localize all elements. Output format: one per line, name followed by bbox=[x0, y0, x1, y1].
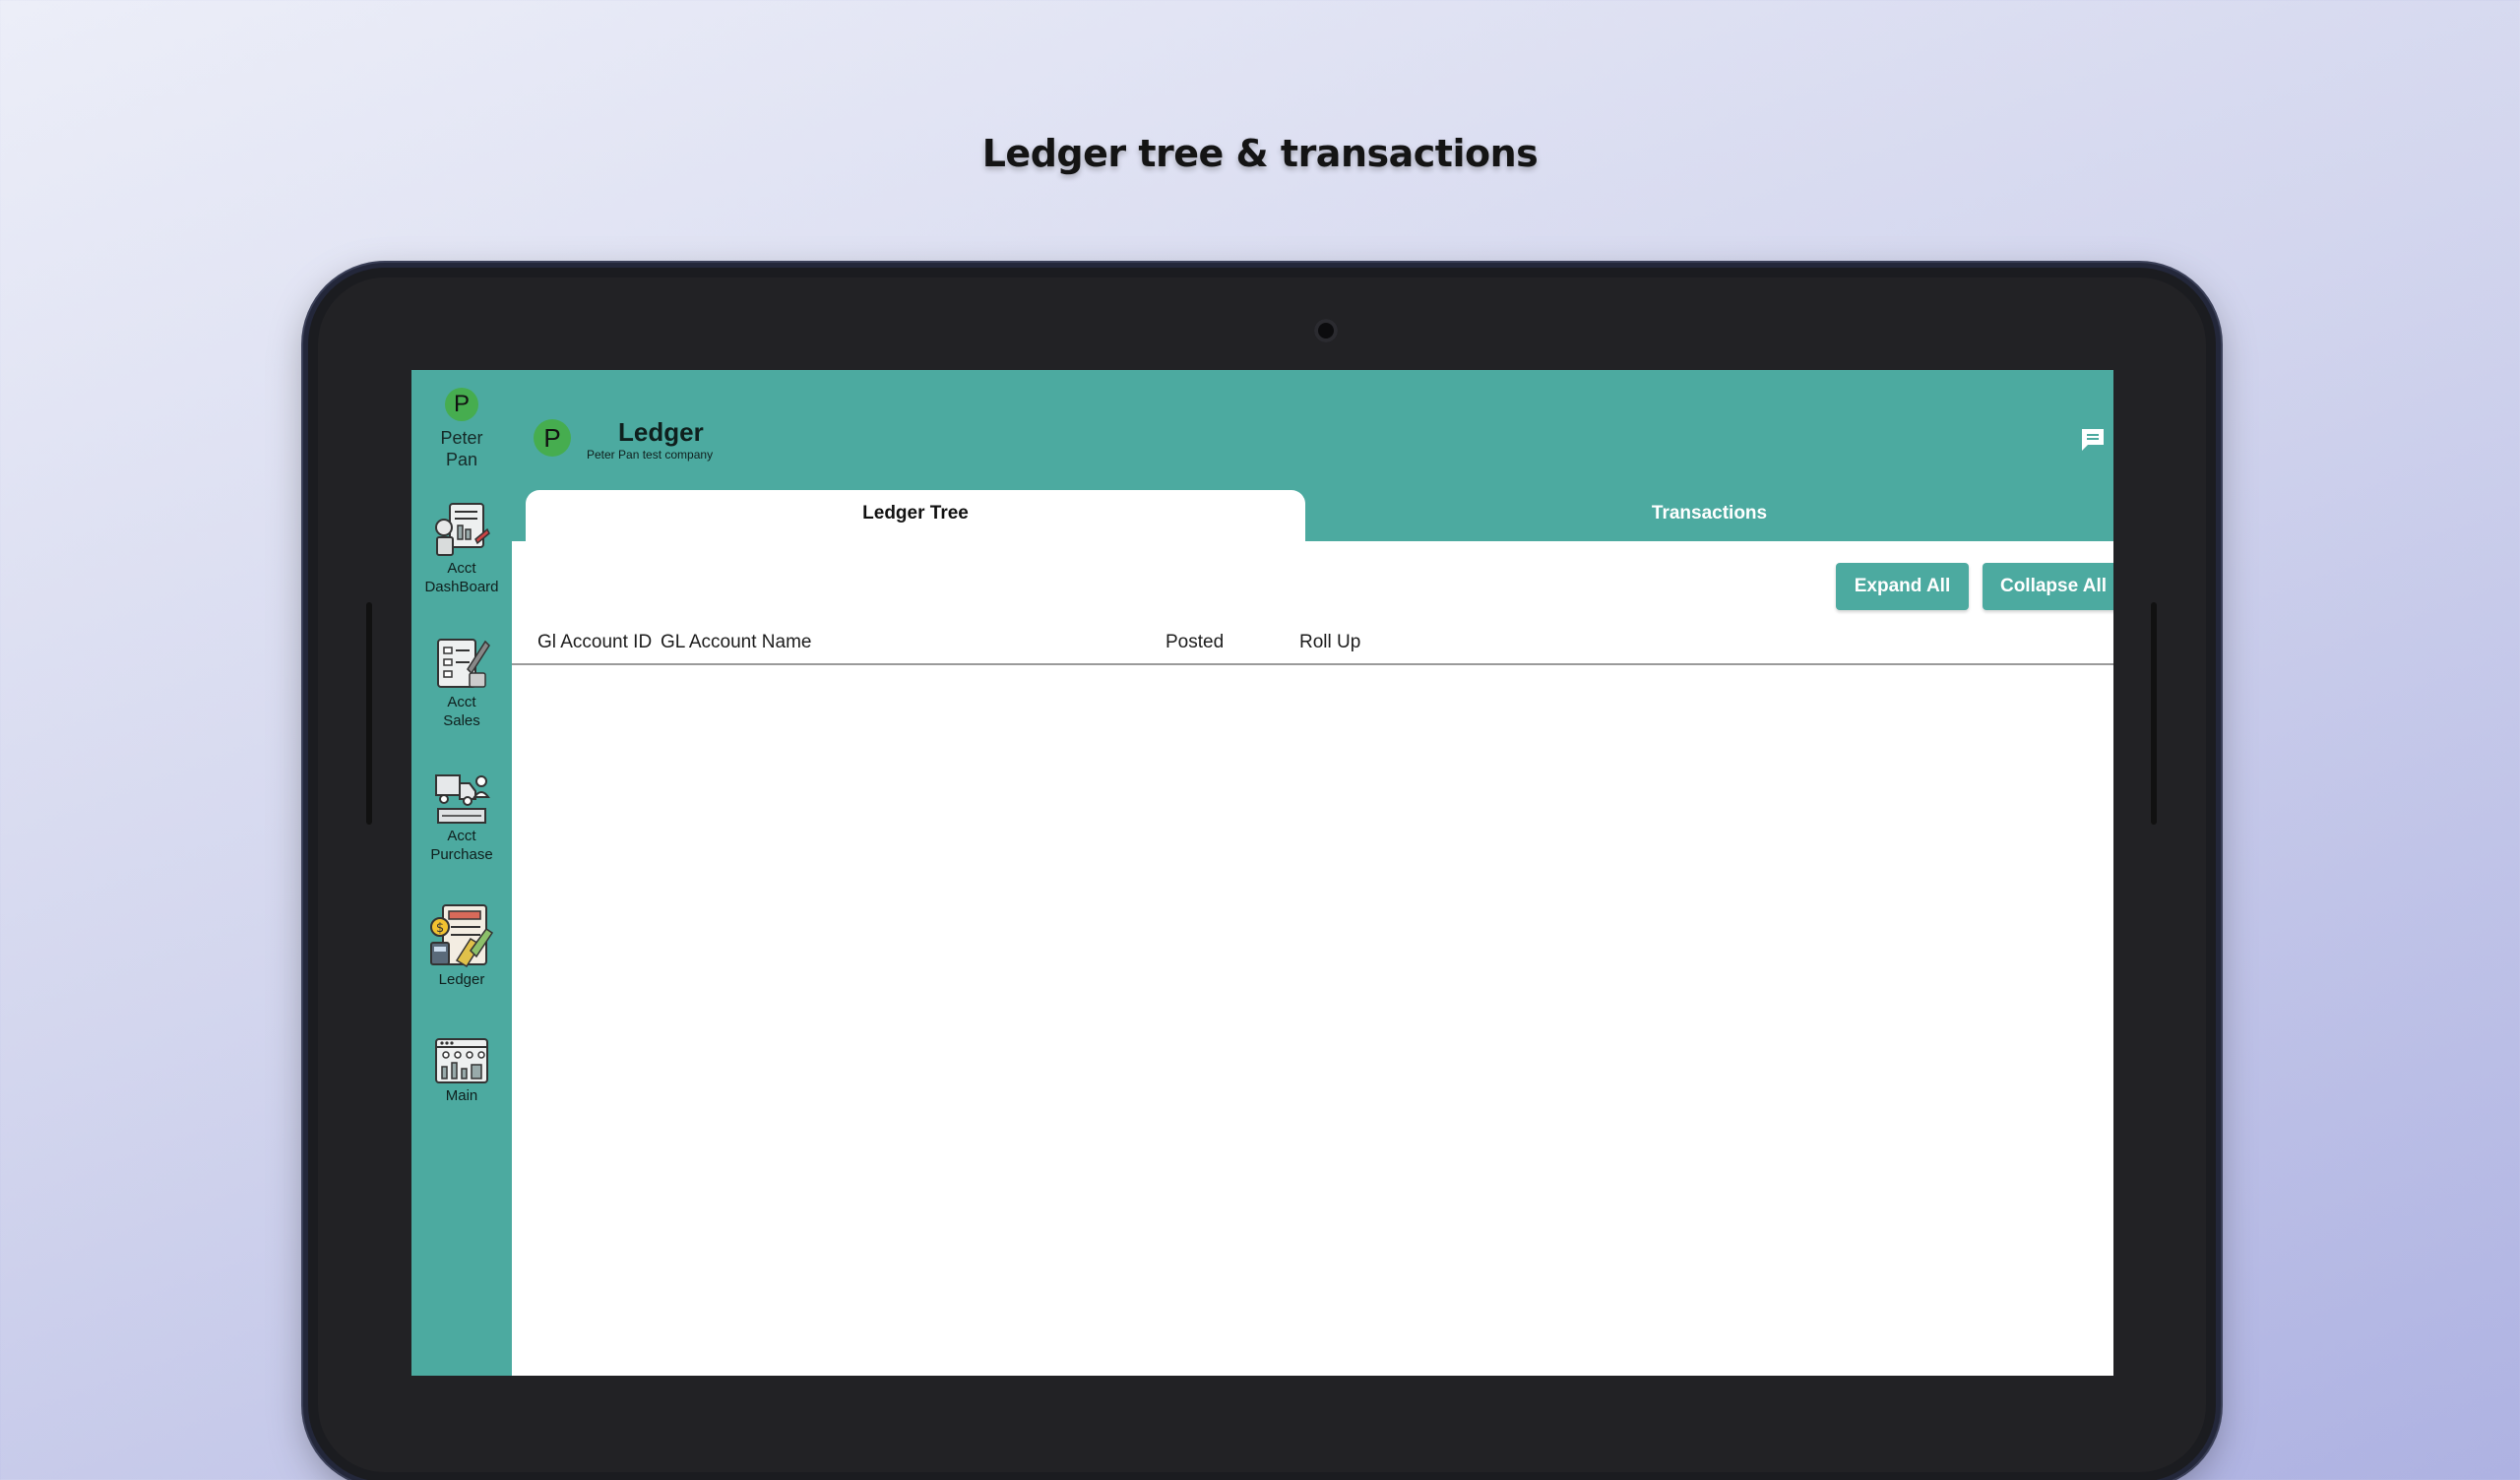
rail-label-line1: Acct bbox=[447, 828, 476, 844]
bezel-speaker-right bbox=[2151, 602, 2157, 825]
page-headline: Ledger tree & transactions bbox=[981, 132, 1539, 175]
navigation-rail: P Peter Pan Acct DashBoard Acct Sales Ac… bbox=[411, 370, 512, 1376]
user-last-name: Pan bbox=[445, 450, 478, 469]
user-name: Peter Pan bbox=[411, 427, 512, 470]
ledger-icon: $ bbox=[430, 904, 494, 968]
rail-item-acct-sales[interactable]: Acct Sales bbox=[411, 634, 512, 730]
app-screen: P Peter Pan Acct DashBoard Acct Sales Ac… bbox=[411, 370, 2113, 1376]
rail-label-line1: Main bbox=[445, 1087, 478, 1104]
rail-item-main[interactable]: Main bbox=[411, 1035, 512, 1105]
rail-label-line1: Ledger bbox=[438, 971, 485, 988]
accounting-sales-icon bbox=[437, 639, 490, 688]
column-header-gl-account-id: Gl Account ID bbox=[537, 632, 653, 652]
main-dashboard-icon bbox=[435, 1038, 488, 1083]
rail-item-ledger[interactable]: $ Ledger bbox=[411, 901, 512, 989]
ledger-tree-panel: Expand All Collapse All Gl Account ID GL… bbox=[512, 541, 2113, 1376]
chat-icon[interactable] bbox=[2078, 425, 2108, 455]
rail-item-acct-dashboard[interactable]: Acct DashBoard bbox=[411, 500, 512, 596]
rail-label-line2: Purchase bbox=[430, 846, 493, 863]
camera-icon bbox=[1314, 319, 1338, 342]
column-header-gl-account-name: GL Account Name bbox=[661, 632, 812, 652]
tab-transactions[interactable]: Transactions bbox=[1305, 490, 2113, 541]
collapse-all-button[interactable]: Collapse All bbox=[1983, 563, 2113, 610]
user-first-name: Peter bbox=[440, 428, 483, 448]
page-title: Ledger bbox=[618, 417, 704, 447]
column-header-roll-up: Roll Up bbox=[1299, 632, 1361, 652]
company-name: Peter Pan test company bbox=[587, 448, 714, 462]
accounting-purchase-icon bbox=[435, 774, 490, 824]
rail-label-line2: DashBoard bbox=[424, 579, 499, 595]
company-avatar[interactable]: P bbox=[534, 419, 571, 457]
rail-item-acct-purchase[interactable]: Acct Purchase bbox=[411, 768, 512, 864]
table-header-divider bbox=[512, 663, 2113, 665]
rail-label-line2: Sales bbox=[443, 712, 480, 729]
rail-label-line1: Acct bbox=[447, 560, 476, 577]
column-header-posted: Posted bbox=[1166, 632, 1225, 652]
accounting-dashboard-icon bbox=[435, 503, 490, 556]
expand-all-button[interactable]: Expand All bbox=[1836, 563, 1969, 610]
bezel-speaker-left bbox=[366, 602, 372, 825]
svg-text:$: $ bbox=[436, 921, 444, 936]
rail-label-line1: Acct bbox=[447, 694, 476, 710]
tab-ledger-tree[interactable]: Ledger Tree bbox=[526, 490, 1305, 541]
user-avatar[interactable]: P bbox=[445, 388, 478, 421]
